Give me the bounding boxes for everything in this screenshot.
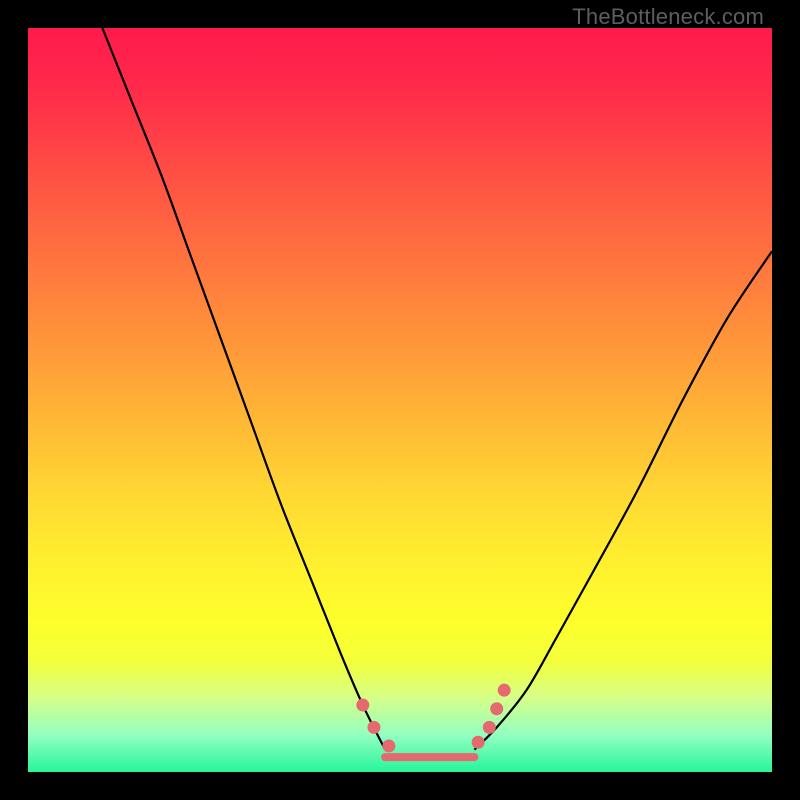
highlight-dot	[382, 739, 395, 752]
highlight-dot	[356, 699, 369, 712]
highlight-dot	[490, 702, 503, 715]
highlight-dot	[483, 721, 496, 734]
highlight-dots	[356, 684, 510, 753]
highlight-dot	[472, 736, 485, 749]
curves-layer	[28, 28, 772, 772]
highlight-dot	[367, 721, 380, 734]
left-curve	[102, 28, 385, 750]
plot-area	[28, 28, 772, 772]
highlight-dot	[498, 684, 511, 697]
right-curve	[474, 251, 772, 749]
watermark-text: TheBottleneck.com	[572, 4, 764, 30]
